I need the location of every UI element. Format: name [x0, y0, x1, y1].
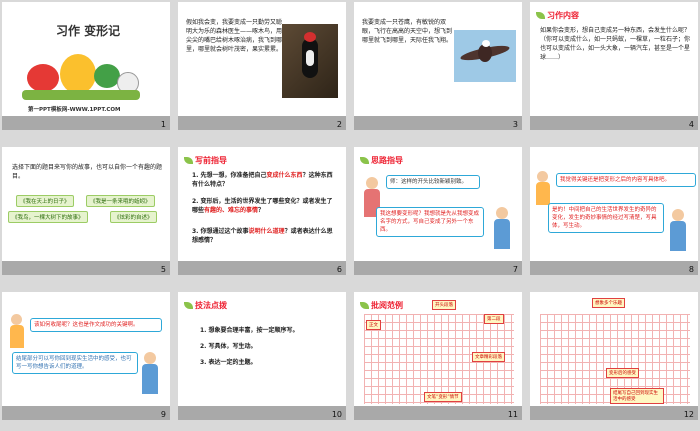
slide-footer: 2	[178, 116, 346, 130]
leaf-icon	[360, 157, 369, 164]
speech-bubble: 师：这样的开头比较新颖别致。	[386, 175, 480, 189]
slide-footer: 4	[530, 116, 698, 130]
slide-footer: 3	[354, 116, 522, 130]
section-header: 习作内容	[536, 10, 579, 21]
annotation-tag: 正文	[366, 320, 381, 330]
teacher-figure	[670, 209, 686, 253]
annotation-tag: 想象多个乐趣	[592, 298, 625, 308]
speech-bubble: 结尾部分可以写你回到现实生活中的感受，也可写一写你想告诉人们的道理。	[12, 352, 138, 374]
slide-number: 12	[683, 410, 694, 419]
slide-thumbnail-10[interactable]: 技法点拨 1. 想象要合理丰富，按一定顺序写。 2. 写具体，写生动。 3. 表…	[178, 292, 346, 420]
q2-end: ？	[258, 207, 265, 214]
leaf-icon	[184, 157, 193, 164]
annotation-tag: 结尾写自己回到现实生活中的感受	[610, 388, 664, 404]
section-header-label: 思路指导	[371, 156, 403, 165]
slide-footer: 5	[2, 261, 170, 275]
technique-item: 2. 写具体，写生动。	[200, 343, 257, 350]
slide-number: 7	[512, 265, 518, 274]
slide-number: 9	[160, 410, 166, 419]
slide-thumbnail-9[interactable]: 该如何收尾呢？这也是作文成功的关键啊。 结尾部分可以写你回到现实生活中的感受，也…	[2, 292, 170, 420]
leaf-icon	[360, 302, 369, 309]
speech-bubble: 我这想要变形呢？我想就是先从我想变成名字的方式，写自己变成了另外一个东西。	[376, 207, 484, 237]
q3-highlight: 说明什么道理	[248, 228, 285, 235]
slide-thumbnail-12[interactable]: 想象多个乐趣 变形后的感受 结尾写自己回到现实生活中的感受 12	[530, 292, 698, 420]
slide-number: 10	[331, 410, 342, 419]
eagle-photo	[454, 30, 516, 82]
slide-number: 6	[336, 265, 342, 274]
slide-thumbnail-11[interactable]: 批阅范例 开头段落 正文 第二段 文章精彩段落 文笔“变形”情节 11	[354, 292, 522, 420]
speech-bubble: 我觉得关键还是把变形之后的内容写具体吧。	[556, 173, 696, 187]
slide-number: 8	[688, 265, 694, 274]
leaf-icon	[184, 302, 193, 309]
slide-thumbnail-7[interactable]: 思路指导 师：这样的开头比较新颖别致。 我这想要变形呢？我想就是先从我想变成名字…	[354, 147, 522, 275]
annotation-tag: 文笔“变形”情节	[424, 392, 462, 402]
slide-footer: 1	[2, 116, 170, 130]
technique-item: 1. 想象要合理丰富，按一定顺序写。	[200, 327, 299, 334]
topic-chip: 《炫彩的自述》	[110, 211, 157, 223]
guide-question-1: 1. 先想一想，你准备把自己变成什么东西？这种东西有什么特点？	[192, 171, 336, 189]
topic-chip: 《我在天上的日子》	[16, 195, 74, 207]
slide-thumbnail-2[interactable]: 假如我会变，我要变成一只勤劳又聪明大为乐的森林医生——啄木鸟，用尖尖的嘴巴给树木…	[178, 2, 346, 130]
slide-number: 2	[336, 120, 342, 129]
topic-chip: 《我鸟，一棵大树下的故事》	[8, 211, 88, 223]
section-header-label: 技法点拨	[195, 301, 227, 310]
slide-number: 11	[507, 410, 518, 419]
slide-thumbnail-3[interactable]: 我要变成一只苍鹰，有敏锐的双眼，飞行在高高的天空中，想飞到哪里就飞到哪里，天际任…	[354, 2, 522, 130]
annotation-tag: 文章精彩段落	[472, 352, 505, 362]
speech-bubble: 是的！中间把自己的生活世界发生的奇异的变化，发生的奇妙事情的经过写清楚，写具体，…	[548, 203, 664, 233]
speech-bubble: 该如何收尾呢？这也是作文成功的关键啊。	[30, 318, 162, 332]
section-header: 批阅范例	[360, 300, 403, 311]
woodpecker-photo	[282, 24, 338, 98]
q1-highlight: 变成什么东西	[266, 172, 303, 179]
slide-number: 4	[688, 120, 694, 129]
section-header: 技法点拨	[184, 300, 227, 311]
slide-body-text: 我要变成一只苍鹰，有敏锐的双眼，飞行在高高的天空中，想飞到哪里就飞到哪里，天际任…	[362, 19, 453, 44]
slide-thumbnail-6[interactable]: 写前指导 1. 先想一想，你准备把自己变成什么东西？这种东西有什么特点？ 2. …	[178, 147, 346, 275]
topic-chip: 《我是一条来哦的蚯蚓》	[86, 195, 155, 207]
guide-question-3: 3. 你想通过这个故事说明什么道理？或者表达什么思想感情？	[192, 227, 336, 245]
section-header-label: 写前指导	[195, 156, 227, 165]
slide-thumbnail-1[interactable]: 习作 变形记 第一PPT模板网-WWW.1PPT.COM 1	[2, 2, 170, 130]
annotation-tag: 第二段	[484, 314, 504, 324]
slide-footer: 8	[530, 261, 698, 275]
slide-number: 5	[160, 265, 166, 274]
annotation-tag: 开头段落	[432, 300, 456, 310]
q3-text: 3. 你想通过这个故事	[192, 228, 249, 235]
slide-thumbnail-8[interactable]: 我觉得关键还是把变形之后的内容写具体吧。 是的！中间把自己的生活世界发生的奇异的…	[530, 147, 698, 275]
slide-body-text: 如果你会变形，想自己变成另一种东西，会发生什么呢？（你可以变成什么，如一只蚂蚁，…	[540, 27, 691, 61]
section-header: 写前指导	[184, 155, 227, 166]
slide-title: 习作 变形记	[56, 24, 121, 38]
section-header: 思路指导	[360, 155, 403, 166]
slide-number: 3	[512, 120, 518, 129]
section-header-label: 批阅范例	[371, 301, 403, 310]
slide-footer: 11	[354, 406, 522, 420]
technique-item: 3. 表达一定的主题。	[200, 359, 257, 366]
student-figure	[536, 171, 550, 205]
slide-footer: 10	[178, 406, 346, 420]
guide-question-2: 2. 变形后，生活的世界发生了哪些变化？或者发生了哪些有趣的、难忘的事情？	[192, 197, 336, 215]
slide-thumbnail-4[interactable]: 习作内容 如果你会变形，想自己变成另一种东西，会发生什么呢？（你可以变成什么，如…	[530, 2, 698, 130]
leaf-icon	[536, 12, 545, 19]
annotation-tag: 变形后的感受	[606, 368, 639, 378]
section-header-label: 习作内容	[547, 11, 579, 20]
slide-body-text: 假如我会变，我要变成一只勤劳又聪明大为乐的森林医生——啄木鸟，用尖尖的嘴巴给树木…	[186, 19, 283, 53]
slide-thumbnail-5[interactable]: 选择下面的题目来写你的故事，也可以自你一个有趣的题目。 《我在天上的日子》 《我…	[2, 147, 170, 275]
slide-number: 1	[160, 120, 166, 129]
angry-birds-illustration	[22, 42, 140, 104]
slide-footer: 9	[2, 406, 170, 420]
q2-highlight: 有趣的、难忘的事情	[204, 207, 259, 214]
teacher-figure	[142, 352, 158, 396]
slide-footer: 7	[354, 261, 522, 275]
slide-body-text: 选择下面的题目来写你的故事，也可以自你一个有趣的题目。	[12, 164, 163, 180]
slide-subtitle: 第一PPT模板网-WWW.1PPT.COM	[28, 107, 121, 113]
slide-footer: 6	[178, 261, 346, 275]
student-figure	[494, 207, 510, 251]
student-figure	[10, 314, 24, 348]
q1-text: 1. 先想一想，你准备把自己	[192, 172, 267, 179]
slide-footer: 12	[530, 406, 698, 420]
